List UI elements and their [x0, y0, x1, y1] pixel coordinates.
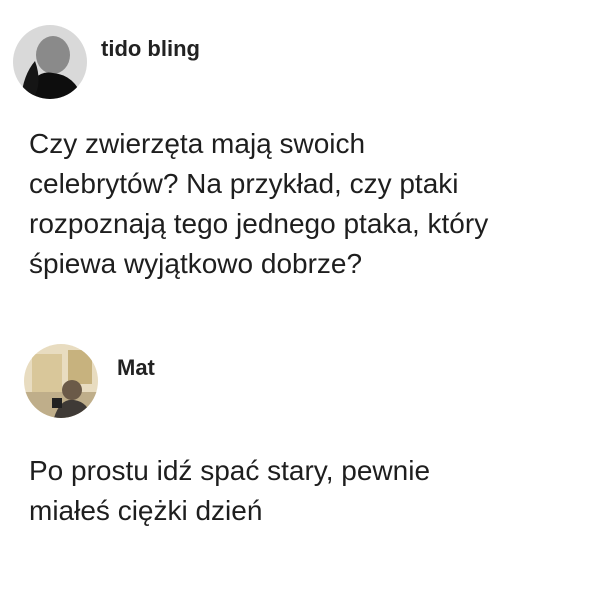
username[interactable]: Mat — [117, 355, 155, 381]
avatar-image — [13, 25, 87, 99]
post-text-line: śpiewa wyjątkowo dobrze? — [29, 248, 363, 279]
avatar[interactable] — [24, 344, 98, 418]
post-text-line: miałeś ciężki dzień — [29, 495, 263, 526]
post-1: tido bling Czy zwierzęta mają swoich cel… — [0, 0, 610, 320]
post-text-line: Po prostu idź spać stary, pewnie — [29, 455, 431, 486]
post-text: Po prostu idź spać stary, pewnie miałeś … — [29, 451, 589, 531]
post-2: Mat Po prostu idź spać stary, pewnie mia… — [0, 320, 610, 595]
post-text-line: Czy zwierzęta mają swoich — [29, 128, 366, 159]
post-text-line: celebrytów? Na przykład, czy ptaki — [29, 168, 459, 199]
avatar-image — [24, 344, 98, 418]
post-text-line: rozpoznają tego jednego ptaka, który — [29, 208, 489, 239]
post-text: Czy zwierzęta mają swoich celebrytów? Na… — [29, 124, 589, 284]
username[interactable]: tido bling — [101, 36, 200, 62]
avatar[interactable] — [13, 25, 87, 99]
